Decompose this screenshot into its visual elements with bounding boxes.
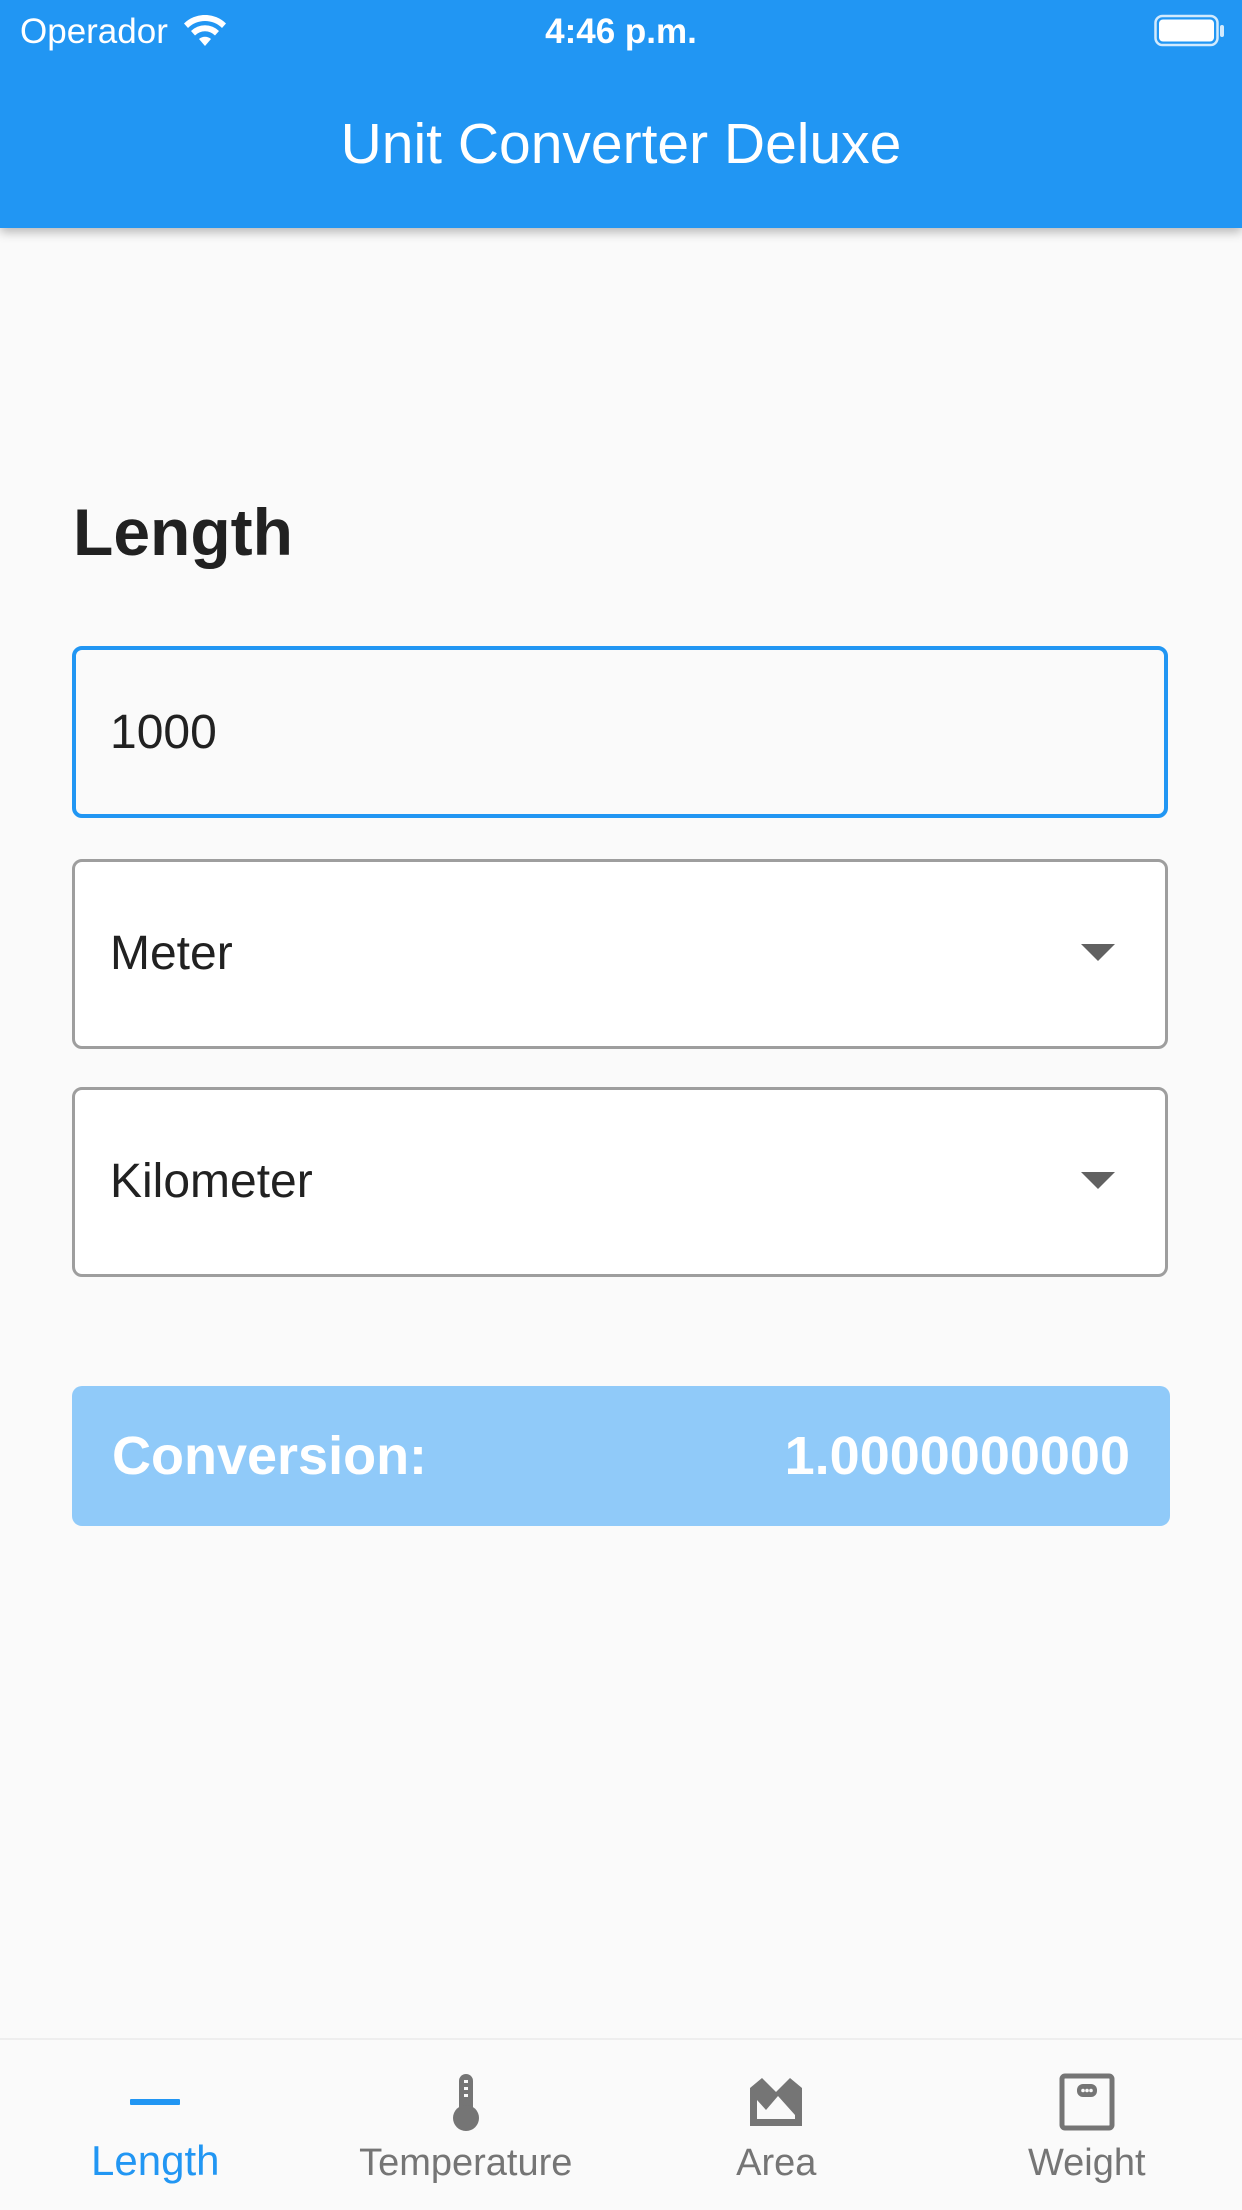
- bottom-navigation: Length Temperature Area Weight: [0, 2038, 1242, 2210]
- battery-icon: [1154, 14, 1226, 48]
- nav-item-area[interactable]: Area: [621, 2040, 932, 2210]
- area-icon: [744, 2070, 808, 2134]
- conversion-label: Conversion:: [112, 1386, 427, 1526]
- nav-label-area: Area: [621, 2140, 932, 2186]
- status-bar: Operador 4:46 p.m.: [0, 0, 1242, 62]
- converter-screen: Length Meter Kilometer Conversion: 1.000…: [0, 228, 1242, 2038]
- to-unit-value: Kilometer: [110, 1090, 313, 1274]
- category-title: Length: [73, 492, 293, 572]
- conversion-result: Conversion: 1.0000000000: [72, 1386, 1170, 1526]
- app-title: Unit Converter Deluxe: [0, 104, 1242, 184]
- nav-item-weight[interactable]: Weight: [932, 2040, 1242, 2210]
- weight-icon: [1055, 2070, 1119, 2134]
- nav-item-length[interactable]: Length: [0, 2040, 311, 2210]
- dropdown-arrow-icon: [1081, 1172, 1115, 1189]
- conversion-value: 1.0000000000: [785, 1386, 1130, 1526]
- nav-label-length: Length: [0, 2138, 311, 2184]
- status-time: 4:46 p.m.: [0, 10, 1242, 54]
- from-unit-dropdown[interactable]: Meter: [72, 859, 1168, 1049]
- from-unit-value: Meter: [110, 862, 233, 1046]
- to-unit-dropdown[interactable]: Kilometer: [72, 1087, 1168, 1277]
- nav-item-temperature[interactable]: Temperature: [311, 2040, 622, 2210]
- nav-label-weight: Weight: [932, 2140, 1242, 2186]
- ruler-icon: [123, 2070, 187, 2134]
- app-bar: Operador 4:46 p.m. Unit Converter Deluxe: [0, 0, 1242, 228]
- dropdown-arrow-icon: [1081, 944, 1115, 961]
- nav-label-temperature: Temperature: [311, 2140, 622, 2186]
- value-input[interactable]: [110, 650, 1110, 814]
- value-input-container[interactable]: [72, 646, 1168, 818]
- thermometer-icon: [434, 2070, 498, 2134]
